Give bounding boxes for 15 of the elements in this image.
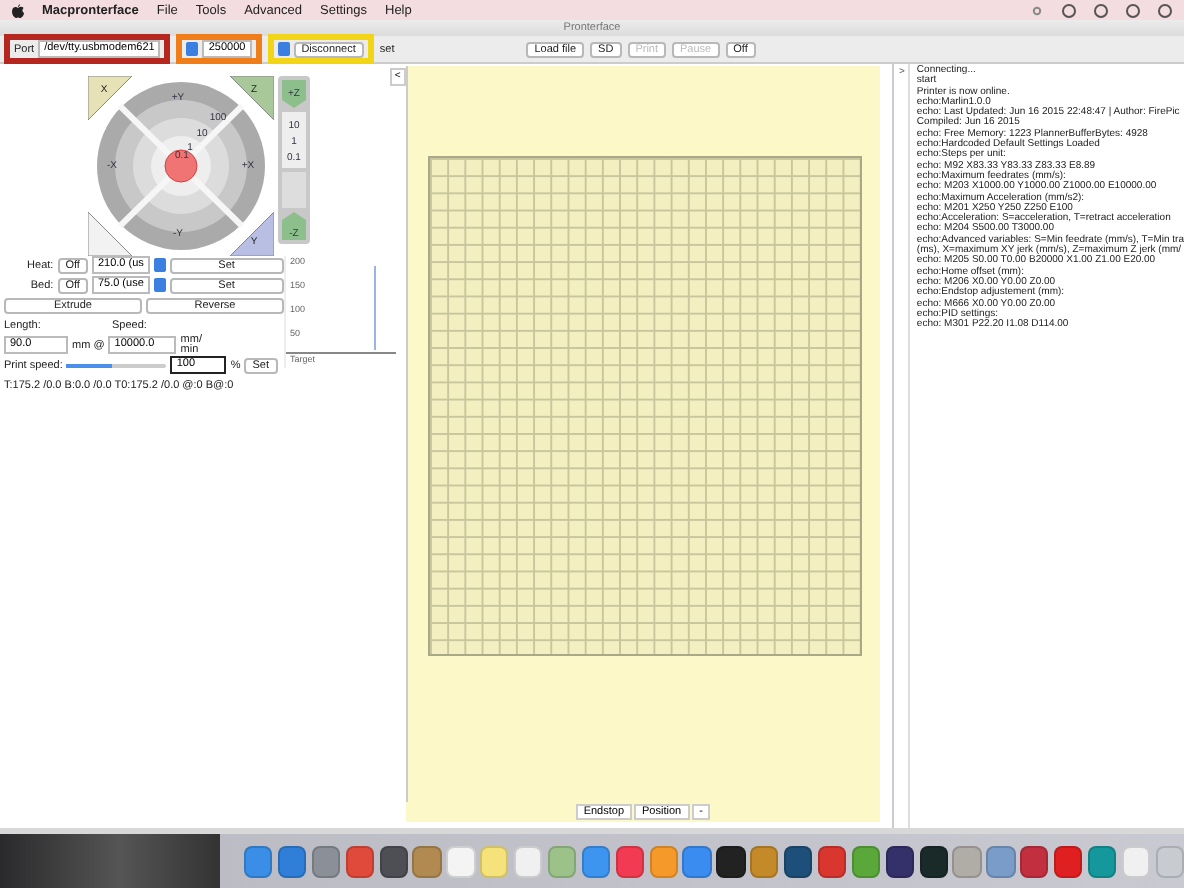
app-icon[interactable]: [716, 845, 746, 877]
app-icon[interactable]: [885, 845, 914, 877]
status-menu-icon[interactable]: [1158, 3, 1172, 17]
app-icon[interactable]: [919, 845, 948, 877]
dropdown-icon[interactable]: [186, 42, 199, 56]
apple-logo-icon[interactable]: [12, 3, 24, 17]
status-menu-icon[interactable]: [1126, 3, 1140, 17]
app-icon[interactable]: [1020, 845, 1049, 877]
status-menu-icon[interactable]: [1094, 3, 1108, 17]
app-icon[interactable]: [379, 845, 408, 877]
print-bed-canvas[interactable]: [405, 66, 881, 802]
app-icon[interactable]: [784, 845, 813, 877]
status-menu-icon[interactable]: [1030, 3, 1044, 17]
status-menu-icon[interactable]: [1062, 3, 1076, 17]
dropdown-icon[interactable]: [277, 42, 290, 56]
